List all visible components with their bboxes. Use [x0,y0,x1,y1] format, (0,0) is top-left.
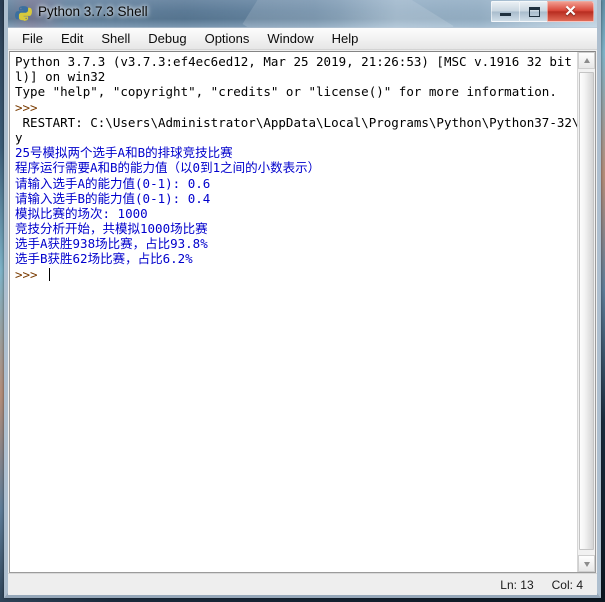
maximize-button[interactable] [519,1,548,22]
shell-line: Python 3.7.3 (v3.7.3:ef4ec6ed12, Mar 25 … [15,54,596,69]
status-line-number: Ln: 13 [500,577,534,592]
menu-item-debug[interactable]: Debug [140,29,194,49]
shell-output-area[interactable]: Python 3.7.3 (v3.7.3:ef4ec6ed12, Mar 25 … [9,51,596,573]
close-button[interactable]: ✕ [547,1,594,22]
shell-line: 25号模拟两个选手A和B的排球竞技比赛 [15,145,233,161]
shell-line: 选手A获胜938场比赛，占比93.8% [15,236,208,252]
shell-line: 请输入选手B的能力值(0-1): 0.4 [15,190,211,206]
statusbar: Ln: 13 Col: 4 [8,573,597,595]
vertical-scrollbar[interactable] [577,52,595,572]
idle-shell-window: Python 3.7.3 Shell ✕ File Edit Shell Deb… [4,0,601,598]
scroll-down-button[interactable] [578,555,595,572]
status-column-number: Col: 4 [551,577,583,592]
menu-item-shell[interactable]: Shell [93,29,138,49]
menu-item-file[interactable]: File [14,29,51,49]
scroll-up-arrow-icon [583,58,590,63]
menubar: File Edit Shell Debug Options Window Hel… [8,28,597,50]
maximize-icon [529,7,540,17]
shell-line: l)] on win32 [15,69,106,85]
text-cursor [49,267,51,281]
shell-line: Type "help", "copyright", "credits" or "… [15,84,557,100]
shell-line: 请输入选手A的能力值(0-1): 0.6 [15,175,211,191]
shell-line: y [15,129,23,145]
window-title: Python 3.7.3 Shell [38,4,148,19]
menu-item-help[interactable]: Help [324,29,367,49]
shell-line: 选手B获胜62场比赛，占比6.2% [15,251,193,267]
shell-line: >>> [15,99,46,115]
shell-line: >>> [15,267,575,282]
minimize-button[interactable] [491,1,520,22]
shell-line: 程序运行需要A和B的能力值（以0到1之间的小数表示） [15,160,321,176]
minimize-icon [500,13,511,16]
python-logo-icon [15,6,32,21]
close-icon: ✕ [564,3,577,20]
menu-item-window[interactable]: Window [259,29,321,49]
shell-line: RESTART: C:\Users\Administrator\AppData\… [15,114,596,130]
window-titlebar[interactable]: Python 3.7.3 Shell ✕ [8,0,597,28]
menu-item-edit[interactable]: Edit [53,29,91,49]
shell-text-content[interactable]: Python 3.7.3 (v3.7.3:ef4ec6ed12, Mar 25 … [15,54,596,282]
menu-item-options[interactable]: Options [197,29,258,49]
titlebar-glass-highlight [242,0,454,27]
shell-line: 模拟比赛的场次: 1000 [15,205,148,221]
shell-line: 竞技分析开始，共模拟1000场比赛 [15,221,208,237]
scrollbar-thumb[interactable] [579,72,594,550]
scroll-up-button[interactable] [578,52,595,69]
window-controls: ✕ [491,1,594,22]
scroll-down-arrow-icon [583,562,590,567]
